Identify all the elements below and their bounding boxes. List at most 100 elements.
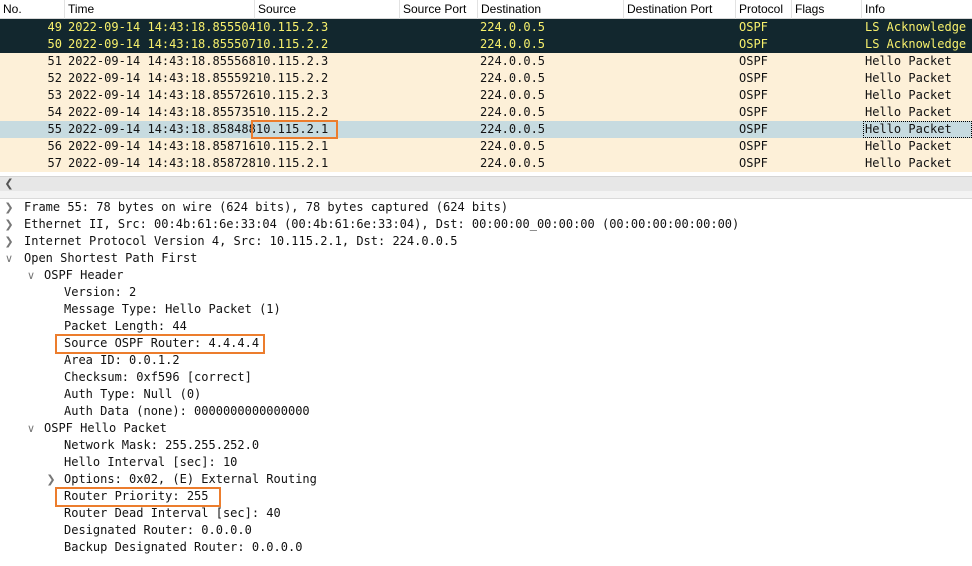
column-header-source[interactable]: Source bbox=[254, 0, 399, 19]
packet-destination: 224.0.0.5 bbox=[480, 54, 546, 68]
chevron-down-icon[interactable]: ∨ bbox=[4, 250, 14, 267]
packet-protocol: OSPF bbox=[739, 20, 768, 34]
packet-protocol: OSPF bbox=[739, 71, 768, 85]
field-hello-interval[interactable]: Hello Interval [sec]: 10 bbox=[64, 454, 237, 471]
packet-row[interactable]: 56 2022-09-14 14:43:18.858716 10.115.2.1… bbox=[0, 138, 972, 155]
chevron-right-icon[interactable]: ❯ bbox=[4, 233, 14, 250]
field-options[interactable]: Options: 0x02, (E) External Routing bbox=[64, 471, 317, 488]
packet-time: 2022-09-14 14:43:18.855568 bbox=[68, 54, 256, 68]
chevron-right-icon[interactable]: ❯ bbox=[46, 471, 56, 488]
packet-number: 55 bbox=[47, 122, 62, 136]
field-version[interactable]: Version: 2 bbox=[64, 284, 136, 301]
packet-protocol: OSPF bbox=[739, 88, 768, 102]
packet-list-horizontal-scrollbar[interactable]: ❮ bbox=[0, 176, 972, 191]
packet-source: 10.115.2.3 bbox=[256, 20, 329, 34]
packet-row-selected[interactable]: 55 2022-09-14 14:43:18.858488 10.115.2.1… bbox=[0, 121, 972, 138]
packet-time: 2022-09-14 14:43:18.858488 bbox=[68, 122, 256, 136]
packet-protocol: OSPF bbox=[739, 54, 768, 68]
packet-row[interactable]: 53 2022-09-14 14:43:18.855726 10.115.2.3… bbox=[0, 87, 972, 104]
packet-info: Hello Packet bbox=[865, 71, 952, 85]
packet-source: 10.115.2.2 bbox=[256, 105, 329, 119]
packet-row[interactable]: 50 2022-09-14 14:43:18.855507 10.115.2.2… bbox=[0, 36, 972, 53]
tree-item-ospf-header[interactable]: OSPF Header bbox=[44, 267, 123, 284]
packet-row[interactable]: 49 2022-09-14 14:43:18.855504 10.115.2.3… bbox=[0, 19, 972, 36]
packet-number: 56 bbox=[47, 139, 62, 153]
packet-source: 10.115.2.1 bbox=[256, 122, 329, 136]
packet-info: LS Acknowledge bbox=[865, 20, 967, 34]
tree-item-ospf[interactable]: Open Shortest Path First bbox=[24, 250, 197, 267]
packet-row[interactable]: 51 2022-09-14 14:43:18.855568 10.115.2.3… bbox=[0, 53, 972, 70]
tree-item-ip[interactable]: Internet Protocol Version 4, Src: 10.115… bbox=[24, 233, 457, 250]
packet-number: 49 bbox=[47, 20, 62, 34]
packet-time: 2022-09-14 14:43:18.858728 bbox=[68, 156, 256, 170]
packet-source: 10.115.2.3 bbox=[256, 54, 329, 68]
field-auth-data[interactable]: Auth Data (none): 0000000000000000 bbox=[64, 403, 310, 420]
field-auth-type[interactable]: Auth Type: Null (0) bbox=[64, 386, 201, 403]
packet-protocol: OSPF bbox=[739, 122, 768, 136]
column-header-destination[interactable]: Destination bbox=[477, 0, 623, 19]
packet-source: 10.115.2.2 bbox=[256, 71, 329, 85]
chevron-left-icon[interactable]: ❮ bbox=[2, 177, 16, 192]
packet-info: LS Acknowledge bbox=[865, 37, 967, 51]
chevron-down-icon[interactable]: ∨ bbox=[26, 267, 36, 284]
packet-destination: 224.0.0.5 bbox=[480, 71, 546, 85]
column-header-time[interactable]: Time bbox=[64, 0, 254, 19]
column-header-destination-port[interactable]: Destination Port bbox=[623, 0, 735, 19]
packet-source: 10.115.2.1 bbox=[256, 139, 329, 153]
field-backup-designated-router[interactable]: Backup Designated Router: 0.0.0.0 bbox=[64, 539, 302, 556]
column-header-info[interactable]: Info bbox=[861, 0, 972, 19]
packet-info: Hello Packet bbox=[865, 139, 952, 153]
packet-destination: 224.0.0.5 bbox=[480, 139, 546, 153]
packet-destination: 224.0.0.5 bbox=[480, 37, 546, 51]
field-source-ospf-router[interactable]: Source OSPF Router: 4.4.4.4 bbox=[64, 335, 259, 352]
packet-destination: 224.0.0.5 bbox=[480, 105, 546, 119]
packet-destination: 224.0.0.5 bbox=[480, 20, 546, 34]
tree-item-frame[interactable]: Frame 55: 78 bytes on wire (624 bits), 7… bbox=[24, 199, 508, 216]
column-header-source-port[interactable]: Source Port bbox=[399, 0, 477, 19]
packet-time: 2022-09-14 14:43:18.858716 bbox=[68, 139, 256, 153]
field-checksum[interactable]: Checksum: 0xf596 [correct] bbox=[64, 369, 252, 386]
packet-info: Hello Packet bbox=[865, 54, 952, 68]
packet-list-header: No. Time Source Source Port Destination … bbox=[0, 0, 972, 19]
packet-row[interactable]: 57 2022-09-14 14:43:18.858728 10.115.2.1… bbox=[0, 155, 972, 172]
field-message-type[interactable]: Message Type: Hello Packet (1) bbox=[64, 301, 281, 318]
packet-destination: 224.0.0.5 bbox=[480, 156, 546, 170]
packet-protocol: OSPF bbox=[739, 105, 768, 119]
field-network-mask[interactable]: Network Mask: 255.255.252.0 bbox=[64, 437, 259, 454]
packet-number: 51 bbox=[47, 54, 62, 68]
packet-time: 2022-09-14 14:43:18.855592 bbox=[68, 71, 256, 85]
packet-time: 2022-09-14 14:43:18.855504 bbox=[68, 20, 256, 34]
packet-number: 53 bbox=[47, 88, 62, 102]
packet-destination: 224.0.0.5 bbox=[480, 88, 546, 102]
chevron-right-icon[interactable]: ❯ bbox=[4, 216, 14, 233]
pane-splitter[interactable] bbox=[0, 191, 972, 199]
packet-source: 10.115.2.1 bbox=[256, 156, 329, 170]
packet-time: 2022-09-14 14:43:18.855726 bbox=[68, 88, 256, 102]
packet-protocol: OSPF bbox=[739, 37, 768, 51]
packet-info: Hello Packet bbox=[865, 88, 952, 102]
packet-info: Hello Packet bbox=[865, 105, 952, 119]
packet-info: Hello Packet bbox=[863, 121, 972, 138]
packet-row[interactable]: 54 2022-09-14 14:43:18.855735 10.115.2.2… bbox=[0, 104, 972, 121]
column-header-flags[interactable]: Flags bbox=[791, 0, 861, 19]
chevron-down-icon[interactable]: ∨ bbox=[26, 420, 36, 437]
tree-item-ethernet[interactable]: Ethernet II, Src: 00:4b:61:6e:33:04 (00:… bbox=[24, 216, 739, 233]
tree-item-ospf-hello[interactable]: OSPF Hello Packet bbox=[44, 420, 167, 437]
field-designated-router[interactable]: Designated Router: 0.0.0.0 bbox=[64, 522, 252, 539]
column-header-protocol[interactable]: Protocol bbox=[735, 0, 791, 19]
packet-source: 10.115.2.3 bbox=[256, 88, 329, 102]
field-area-id[interactable]: Area ID: 0.0.1.2 bbox=[64, 352, 180, 369]
packet-protocol: OSPF bbox=[739, 139, 768, 153]
packet-number: 50 bbox=[47, 37, 62, 51]
field-router-priority[interactable]: Router Priority: 255 bbox=[64, 488, 209, 505]
packet-info: Hello Packet bbox=[865, 156, 952, 170]
packet-protocol: OSPF bbox=[739, 156, 768, 170]
packet-time: 2022-09-14 14:43:18.855735 bbox=[68, 105, 256, 119]
chevron-right-icon[interactable]: ❯ bbox=[4, 199, 14, 216]
field-packet-length[interactable]: Packet Length: 44 bbox=[64, 318, 187, 335]
packet-row[interactable]: 52 2022-09-14 14:43:18.855592 10.115.2.2… bbox=[0, 70, 972, 87]
packet-destination: 224.0.0.5 bbox=[480, 122, 546, 136]
packet-number: 54 bbox=[47, 105, 62, 119]
field-router-dead-interval[interactable]: Router Dead Interval [sec]: 40 bbox=[64, 505, 281, 522]
column-header-no[interactable]: No. bbox=[0, 0, 64, 19]
